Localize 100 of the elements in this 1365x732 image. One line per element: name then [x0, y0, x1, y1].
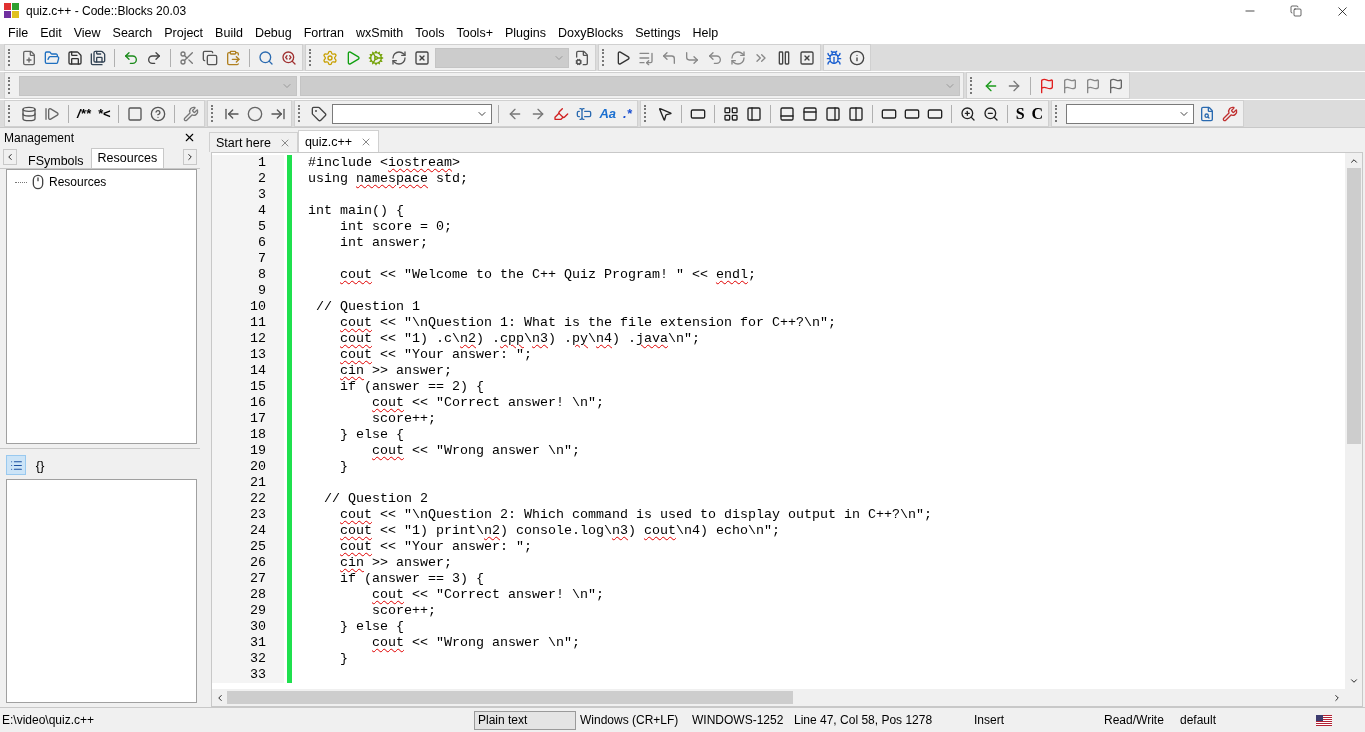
wrench-icon[interactable] [183, 105, 200, 122]
text-cursor-icon[interactable] [576, 105, 593, 122]
menu-item[interactable]: Edit [34, 25, 68, 40]
menu-item[interactable]: Fortran [297, 25, 351, 40]
menu-item[interactable]: View [67, 25, 107, 40]
grid-icon[interactable] [722, 105, 739, 122]
line-number: 4 [212, 203, 282, 219]
panel-top-icon[interactable] [801, 105, 818, 122]
pointer-icon[interactable] [656, 105, 673, 122]
restore-icon[interactable] [1290, 5, 1302, 17]
menu-item[interactable]: Tools+ [450, 25, 499, 40]
menu-item[interactable]: File [2, 25, 35, 40]
panel-icon[interactable] [745, 105, 762, 122]
dot-icon[interactable] [247, 105, 264, 122]
step-back-icon[interactable] [661, 49, 677, 66]
code-line: cout << "1) .c\n2) .cpp\n3) .py\n4) .java\n"; [339, 331, 700, 347]
code-line: // Question 1 [315, 299, 420, 315]
menu-item[interactable]: Build [209, 25, 249, 40]
match-case-glyph[interactable]: Aa [597, 103, 618, 124]
chevron-left-icon [215, 692, 225, 703]
menu-item[interactable]: wxSmith [350, 25, 410, 40]
line-comment-glyph[interactable]: *< [95, 103, 113, 124]
step-loop-icon[interactable] [730, 49, 746, 66]
flag-icon[interactable] [1108, 77, 1124, 94]
new-file-icon[interactable] [21, 49, 37, 66]
help-icon[interactable] [150, 105, 167, 122]
line-number: 13 [212, 347, 282, 363]
menu-item[interactable]: Plugins [498, 25, 552, 40]
cut-icon[interactable] [179, 49, 195, 66]
abort-icon[interactable] [414, 49, 430, 66]
copy-icon[interactable] [202, 49, 218, 66]
scroll-right-button[interactable] [183, 149, 197, 165]
panel-bottom-icon[interactable] [778, 105, 795, 122]
gear-play-icon[interactable] [368, 49, 384, 66]
search-icon[interactable] [258, 49, 274, 66]
menu-item[interactable]: Help [686, 25, 725, 40]
menu-item[interactable]: DoxyBlocks [551, 25, 630, 40]
zoom-out-icon[interactable] [982, 105, 999, 122]
line-number: 31 [212, 635, 282, 651]
line-number: 14 [212, 363, 282, 379]
panel-right-icon[interactable] [824, 105, 841, 122]
chevron-right-icon [185, 152, 195, 162]
run-doc-icon[interactable] [44, 105, 60, 122]
line-number: 12 [212, 331, 282, 347]
menu-item[interactable]: Tools [409, 25, 451, 40]
close-icon[interactable] [183, 131, 196, 144]
refresh-icon[interactable] [391, 49, 407, 66]
menu-item[interactable]: Search [106, 25, 159, 40]
block-comment-glyph[interactable]: /** [75, 103, 93, 124]
columns-icon[interactable] [847, 105, 864, 122]
line-number: 21 [212, 475, 282, 491]
s-glyph[interactable]: S [1013, 103, 1027, 124]
stop-icon[interactable] [799, 49, 815, 66]
line-number: 6 [212, 235, 282, 251]
scroll-left-button[interactable] [3, 149, 17, 165]
list-tab[interactable] [6, 455, 26, 475]
zoom-in-icon[interactable] [959, 105, 976, 122]
find-dropdown[interactable] [1066, 103, 1195, 124]
file-search-icon[interactable] [1199, 105, 1216, 122]
vertical-scrollbar[interactable] [1345, 153, 1362, 689]
undo-icon[interactable] [123, 49, 139, 66]
menu-item[interactable]: Debug [248, 25, 298, 40]
menu-item[interactable]: Settings [629, 25, 687, 40]
save-icon[interactable] [67, 49, 83, 66]
flag-icon[interactable] [1085, 77, 1101, 94]
info-icon[interactable] [849, 49, 865, 66]
flag-icon[interactable] [1062, 77, 1078, 94]
step-into-icon[interactable] [684, 49, 700, 66]
pause-icon[interactable] [776, 49, 792, 66]
save-all-icon[interactable] [90, 49, 106, 66]
panel-tab[interactable]: Resources [90, 148, 165, 168]
document-gear-icon[interactable] [574, 49, 590, 66]
editor-tab[interactable]: quiz.c++ [297, 130, 380, 152]
wrench-icon[interactable] [1222, 105, 1239, 122]
play-icon[interactable] [615, 49, 631, 66]
braces-tab[interactable]: {} [30, 455, 50, 475]
replace-icon[interactable] [281, 49, 297, 66]
bug-icon[interactable] [826, 49, 842, 66]
tree-item[interactable]: Resources [49, 175, 107, 189]
label-icon[interactable] [311, 105, 328, 122]
line-number: 32 [212, 651, 282, 667]
stack-icon[interactable] [21, 105, 37, 122]
line-number: 1 [212, 155, 282, 171]
line-number: 25 [212, 539, 282, 555]
flag-icon[interactable] [1039, 77, 1055, 94]
editor-tab[interactable]: Start here [209, 132, 298, 152]
step-out-icon[interactable] [707, 49, 723, 66]
search-dropdown[interactable] [332, 103, 493, 124]
c-glyph[interactable]: C [1029, 103, 1046, 124]
line-number: 7 [212, 251, 282, 267]
regex-glyph[interactable]: .* [621, 103, 634, 124]
folder-icon[interactable] [44, 49, 60, 66]
paste-icon[interactable] [225, 49, 241, 66]
highlighter-icon[interactable] [553, 105, 570, 122]
menu-item[interactable]: Project [158, 25, 210, 40]
redo-icon[interactable] [146, 49, 162, 66]
code-line: score++; [371, 411, 436, 427]
horizontal-scrollbar[interactable] [212, 689, 1362, 706]
chevron-up-icon [1348, 156, 1359, 166]
boxed-icon[interactable] [127, 105, 144, 122]
